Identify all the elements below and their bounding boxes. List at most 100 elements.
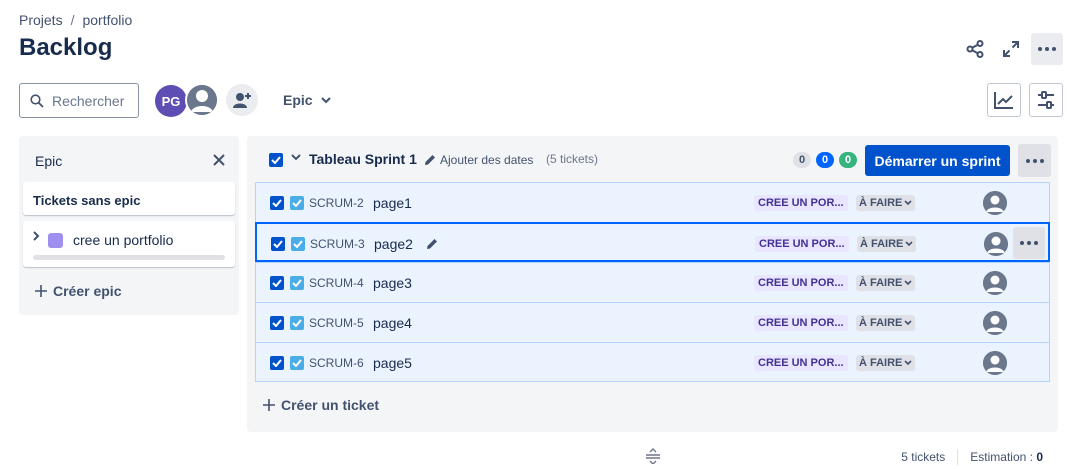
fullscreen-button[interactable] bbox=[995, 33, 1027, 65]
assignee-avatar[interactable] bbox=[984, 232, 1008, 256]
more-actions-button[interactable] bbox=[1031, 33, 1063, 65]
issue-summary: page2 bbox=[374, 236, 413, 252]
insights-button[interactable] bbox=[987, 83, 1021, 117]
chevron-right-icon[interactable] bbox=[33, 231, 40, 244]
sprint-collapse-toggle[interactable] bbox=[291, 150, 301, 164]
sprint-more-button[interactable] bbox=[1018, 144, 1051, 177]
epic-progress-bar bbox=[33, 255, 225, 260]
epic-card[interactable]: cree un portfolio bbox=[23, 221, 235, 267]
table-row[interactable]: SCRUM-5 page4 CREE UN POR... À FAIRE bbox=[255, 302, 1050, 342]
settings-sliders-icon bbox=[1038, 91, 1054, 109]
assignee-avatar[interactable] bbox=[983, 351, 1007, 375]
chevron-down-icon bbox=[905, 241, 913, 247]
epic-panel-title: Epic bbox=[35, 153, 63, 169]
create-epic-button[interactable]: Créer epic bbox=[35, 283, 121, 299]
chevron-down-icon bbox=[291, 154, 301, 161]
sprint-panel: Tableau Sprint 1 Ajouter des dates (5 ti… bbox=[247, 136, 1058, 432]
issue-list: SCRUM-2 page1 CREE UN POR... À FAIRE SCR… bbox=[255, 182, 1050, 382]
assignee-avatar[interactable] bbox=[983, 311, 1007, 335]
add-people-button[interactable] bbox=[226, 84, 258, 116]
assignee-avatar[interactable] bbox=[983, 271, 1007, 295]
issue-key[interactable]: SCRUM-4 bbox=[309, 276, 364, 290]
chart-icon bbox=[994, 92, 1013, 109]
close-epic-panel-button[interactable] bbox=[211, 152, 227, 168]
breadcrumb-project-link[interactable]: portfolio bbox=[82, 12, 132, 28]
issue-summary: page1 bbox=[373, 195, 412, 211]
total-tickets: 5 tickets bbox=[901, 450, 946, 464]
sprint-select-checkbox[interactable] bbox=[269, 153, 283, 167]
issue-key[interactable]: SCRUM-2 bbox=[309, 196, 364, 210]
edit-summary-button[interactable] bbox=[426, 237, 438, 253]
backlog-footer: 5 tickets Estimation : 0 bbox=[901, 449, 1043, 465]
create-ticket-button[interactable]: Créer un ticket bbox=[263, 397, 379, 413]
unassigned-avatar[interactable] bbox=[185, 83, 219, 117]
issue-status-dropdown[interactable]: À FAIRE bbox=[856, 355, 916, 371]
issue-epic-lozenge[interactable]: CREE UN POR... bbox=[755, 236, 849, 252]
issue-status-dropdown[interactable]: À FAIRE bbox=[856, 275, 916, 291]
expand-icon bbox=[1003, 41, 1019, 57]
user-icon bbox=[983, 311, 1007, 335]
search-input[interactable]: Rechercher bbox=[19, 83, 139, 118]
table-row[interactable]: SCRUM-4 page3 CREE UN POR... À FAIRE bbox=[255, 262, 1050, 302]
user-icon bbox=[984, 232, 1008, 256]
create-epic-label: Créer epic bbox=[53, 283, 122, 299]
drag-handle-icon bbox=[646, 448, 660, 465]
pencil-icon bbox=[425, 155, 435, 165]
more-icon bbox=[1025, 158, 1044, 163]
sprint-name: Tableau Sprint 1 bbox=[309, 151, 417, 167]
issue-status-dropdown[interactable]: À FAIRE bbox=[856, 195, 916, 211]
issue-epic-lozenge[interactable]: CREE UN POR... bbox=[754, 315, 848, 331]
checkmark-icon bbox=[273, 240, 283, 248]
checkmark-icon bbox=[272, 319, 282, 327]
epic-name: cree un portfolio bbox=[73, 232, 174, 248]
issue-status-dropdown[interactable]: À FAIRE bbox=[857, 236, 917, 252]
add-person-icon bbox=[233, 93, 251, 108]
chevron-down-icon bbox=[904, 280, 912, 286]
close-icon bbox=[213, 154, 225, 166]
issue-key[interactable]: SCRUM-3 bbox=[310, 237, 365, 251]
issue-summary: page3 bbox=[373, 275, 412, 291]
chevron-down-icon bbox=[904, 200, 912, 206]
epic-panel: Epic Tickets sans epic cree un portfolio… bbox=[19, 136, 239, 315]
task-type-icon bbox=[290, 316, 304, 330]
issue-more-button[interactable] bbox=[1013, 227, 1045, 259]
issue-select-checkbox[interactable] bbox=[270, 276, 284, 290]
checkmark-icon bbox=[272, 359, 282, 367]
create-ticket-label: Créer un ticket bbox=[281, 397, 380, 413]
epic-filter-dropdown[interactable]: Epic bbox=[275, 84, 339, 116]
issue-select-checkbox[interactable] bbox=[270, 356, 284, 370]
breadcrumb: Projets / portfolio bbox=[19, 12, 132, 28]
start-sprint-button[interactable]: Démarrer un sprint bbox=[865, 145, 1010, 176]
share-button[interactable] bbox=[959, 33, 991, 65]
issue-select-checkbox[interactable] bbox=[270, 316, 284, 330]
breadcrumb-projects-link[interactable]: Projets bbox=[19, 12, 63, 28]
share-icon bbox=[966, 40, 984, 58]
table-row[interactable]: SCRUM-6 page5 CREE UN POR... À FAIRE bbox=[255, 342, 1050, 382]
sprint-ticket-count: (5 tickets) bbox=[546, 152, 599, 166]
issue-select-checkbox[interactable] bbox=[270, 196, 284, 210]
avatar[interactable]: PG bbox=[155, 85, 187, 117]
breadcrumb-separator: / bbox=[70, 12, 75, 28]
user-icon bbox=[983, 271, 1007, 295]
issue-epic-lozenge[interactable]: CREE UN POR... bbox=[754, 195, 848, 211]
issue-status-dropdown[interactable]: À FAIRE bbox=[856, 315, 916, 331]
user-icon bbox=[983, 351, 1007, 375]
status-label: À FAIRE bbox=[859, 197, 903, 209]
issue-key[interactable]: SCRUM-6 bbox=[309, 356, 364, 370]
resize-handle[interactable] bbox=[645, 448, 661, 467]
view-settings-button[interactable] bbox=[1029, 83, 1063, 117]
issue-select-checkbox[interactable] bbox=[271, 237, 285, 251]
issue-epic-lozenge[interactable]: CREE UN POR... bbox=[754, 355, 848, 371]
table-row[interactable]: SCRUM-3 page2 CREE UN POR... À FAIRE bbox=[255, 222, 1050, 262]
table-row[interactable]: SCRUM-2 page1 CREE UN POR... À FAIRE bbox=[255, 182, 1050, 222]
no-epic-filter[interactable]: Tickets sans epic bbox=[23, 182, 235, 215]
issue-epic-lozenge[interactable]: CREE UN POR... bbox=[754, 275, 848, 291]
status-label: À FAIRE bbox=[859, 317, 903, 329]
checkmark-icon bbox=[272, 199, 282, 207]
assignee-avatar[interactable] bbox=[983, 191, 1007, 215]
add-dates-button[interactable]: Ajouter des dates bbox=[424, 153, 533, 167]
plus-icon bbox=[263, 399, 275, 411]
issue-key[interactable]: SCRUM-5 bbox=[309, 316, 364, 330]
page-title: Backlog bbox=[19, 34, 113, 61]
status-label: À FAIRE bbox=[859, 277, 903, 289]
